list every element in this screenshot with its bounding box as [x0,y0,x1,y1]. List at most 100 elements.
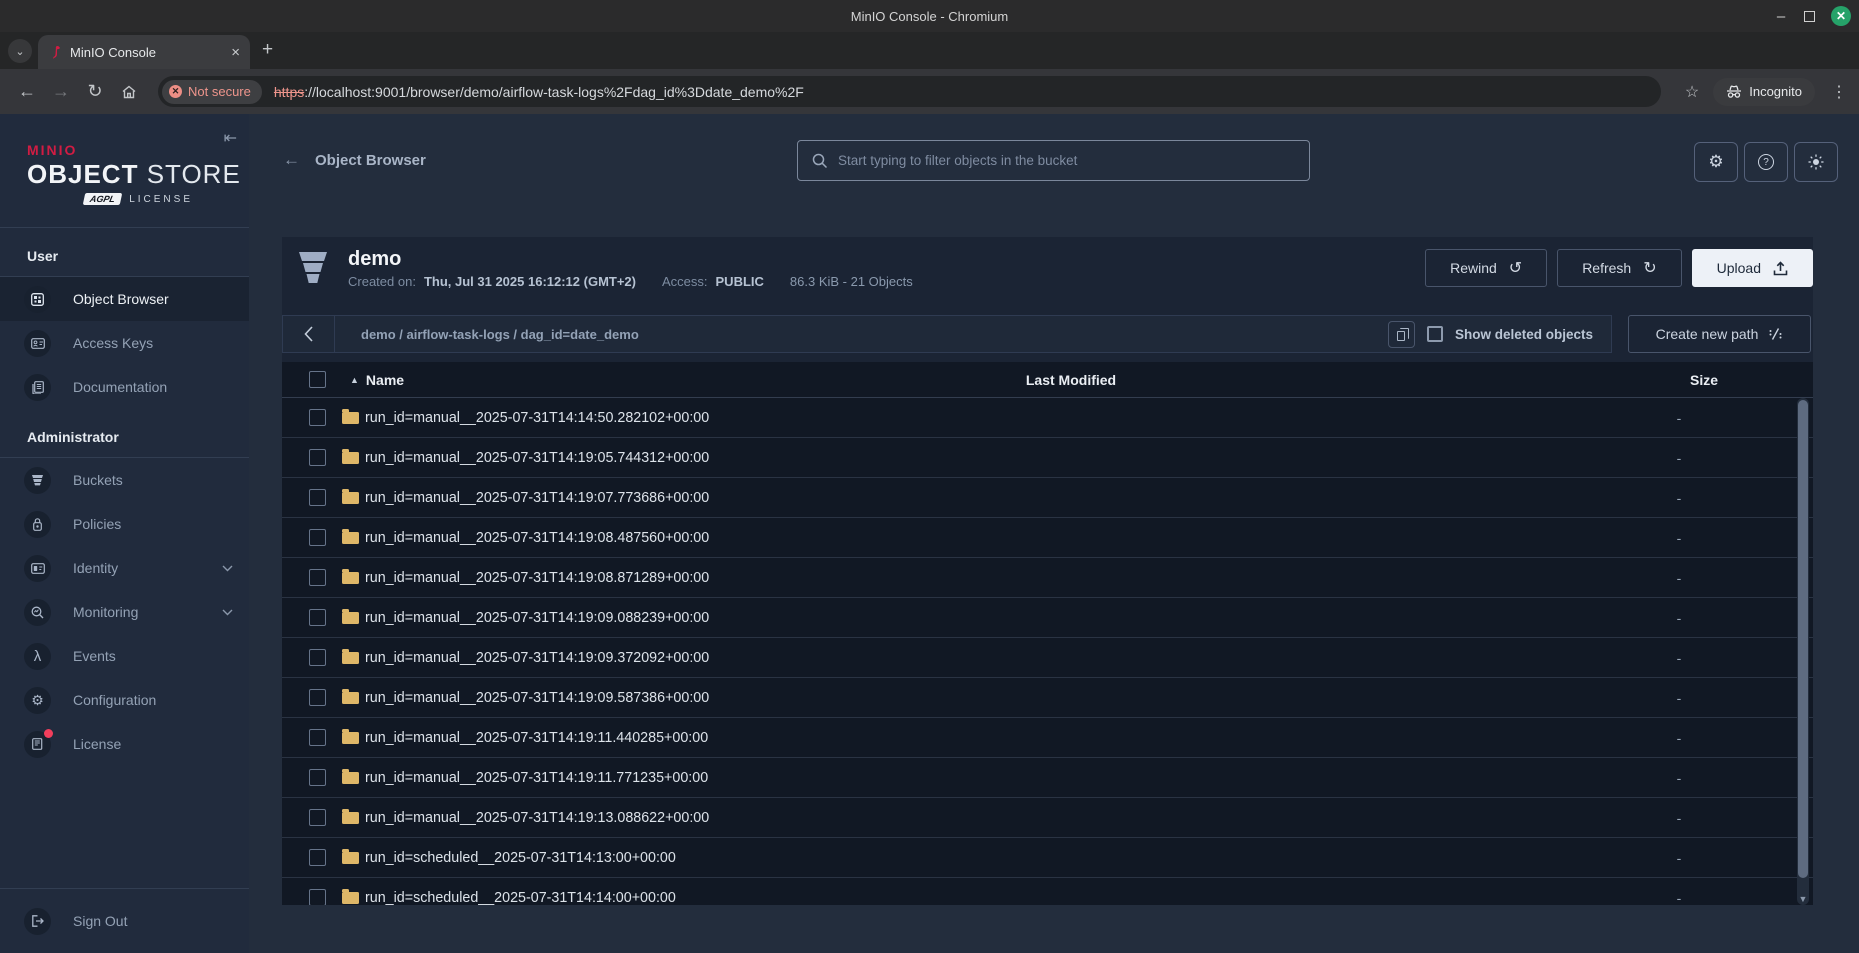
browser-tab[interactable]: MinIO Console × [38,35,250,69]
object-name[interactable]: run_id=scheduled__2025-07-31T14:13:00+00… [365,850,676,866]
refresh-button[interactable]: Refresh↻ [1557,249,1681,287]
row-checkbox[interactable] [309,729,326,746]
table-row[interactable]: run_id=manual__2025-07-31T14:14:50.28210… [282,398,1813,438]
table-row[interactable]: run_id=scheduled__2025-07-31T14:14:00+00… [282,878,1813,905]
table-row[interactable]: run_id=manual__2025-07-31T14:19:11.44028… [282,718,1813,758]
table-row[interactable]: run_id=manual__2025-07-31T14:19:09.37209… [282,638,1813,678]
created-label: Created on: [348,274,416,289]
table-row[interactable]: run_id=manual__2025-07-31T14:19:11.77123… [282,758,1813,798]
back-arrow-icon[interactable]: ← [283,150,300,170]
object-name[interactable]: run_id=manual__2025-07-31T14:19:08.87128… [365,570,709,586]
row-checkbox[interactable] [309,529,326,546]
sidebar-item-access-keys[interactable]: Access Keys [0,321,249,365]
row-checkbox[interactable] [309,849,326,866]
object-size: - [1677,810,1682,826]
row-checkbox[interactable] [309,649,326,666]
column-header-last-modified[interactable]: Last Modified [1026,372,1116,388]
tab-close-icon[interactable]: × [231,44,240,61]
address-bar[interactable]: ✕ Not secure https://localhost:9001/brow… [158,76,1661,107]
object-name[interactable]: run_id=manual__2025-07-31T14:19:07.77368… [365,490,709,506]
forward-icon[interactable]: → [46,81,76,102]
theme-toggle-button[interactable] [1794,142,1838,182]
sidebar-item-policies[interactable]: Policies [0,502,249,546]
search-input[interactable] [838,153,1309,168]
row-checkbox[interactable] [309,409,326,426]
url-text[interactable]: https://localhost:9001/browser/demo/airf… [274,84,804,100]
sidebar-item-documentation[interactable]: Documentation [0,365,249,409]
sidebar-item-sign-out[interactable]: Sign Out [0,889,249,953]
table-row[interactable]: run_id=manual__2025-07-31T14:19:07.77368… [282,478,1813,518]
scrollbar-thumb[interactable] [1798,400,1808,878]
minio-brand-text: MINIO [27,142,249,158]
column-header-name[interactable]: Name [366,372,404,388]
sidebar-item-object-browser[interactable]: Object Browser [0,277,249,321]
object-name[interactable]: run_id=manual__2025-07-31T14:19:13.08862… [365,810,709,826]
object-name[interactable]: run_id=manual__2025-07-31T14:19:11.44028… [365,730,708,746]
filter-search-box[interactable] [797,140,1310,181]
table-row[interactable]: run_id=manual__2025-07-31T14:19:13.08862… [282,798,1813,838]
path-back-button[interactable] [283,316,335,352]
chevron-down-icon[interactable] [222,565,233,572]
scrollbar-down-arrow[interactable]: ▼ [1797,894,1809,904]
tab-title: MinIO Console [70,45,222,60]
refresh-icon: ↻ [1643,258,1656,278]
back-icon[interactable]: ← [12,81,42,102]
object-name[interactable]: run_id=manual__2025-07-31T14:19:09.58738… [365,690,709,706]
column-header-size[interactable]: Size [1690,372,1718,388]
settings-button[interactable]: ⚙ [1694,142,1738,182]
object-name[interactable]: run_id=manual__2025-07-31T14:19:09.37209… [365,650,709,666]
table-row[interactable]: run_id=manual__2025-07-31T14:19:08.48756… [282,518,1813,558]
home-icon[interactable] [114,83,144,101]
chevron-down-icon[interactable] [222,609,233,616]
sidebar-item-configuration[interactable]: ⚙ Configuration [0,678,249,722]
folder-icon [342,732,359,744]
row-checkbox[interactable] [309,689,326,706]
row-checkbox[interactable] [309,489,326,506]
window-minimize-button[interactable]: – [1774,8,1788,25]
browser-menu-icon[interactable]: ⋮ [1831,82,1847,102]
sort-ascending-icon[interactable]: ▲ [350,375,359,385]
upload-button[interactable]: Upload [1692,249,1813,287]
table-row[interactable]: run_id=manual__2025-07-31T14:19:09.08823… [282,598,1813,638]
help-button[interactable]: ? [1744,142,1788,182]
table-row[interactable]: run_id=manual__2025-07-31T14:19:05.74431… [282,438,1813,478]
object-name[interactable]: run_id=manual__2025-07-31T14:14:50.28210… [365,410,709,426]
copy-path-button[interactable] [1388,321,1415,348]
sidebar-item-identity[interactable]: Identity [0,546,249,590]
sidebar-item-events[interactable]: λ Events [0,634,249,678]
select-all-checkbox[interactable] [309,371,326,388]
create-new-path-button[interactable]: Create new path [1628,315,1811,353]
sidebar-item-monitoring[interactable]: Monitoring [0,590,249,634]
object-name[interactable]: run_id=scheduled__2025-07-31T14:14:00+00… [365,890,676,906]
table-scrollbar[interactable]: ▼ [1797,398,1809,905]
breadcrumb[interactable]: demo / airflow-task-logs / dag_id=date_d… [361,327,639,342]
new-tab-button[interactable]: + [262,39,273,61]
row-checkbox[interactable] [309,449,326,466]
object-name[interactable]: run_id=manual__2025-07-31T14:19:09.08823… [365,610,709,626]
row-checkbox[interactable] [309,769,326,786]
table-header-row: ▲ Name Last Modified Size [282,362,1813,398]
window-close-button[interactable]: ✕ [1831,6,1851,26]
object-name[interactable]: run_id=manual__2025-07-31T14:19:05.74431… [365,450,709,466]
bookmark-star-icon[interactable]: ☆ [1685,82,1699,102]
row-checkbox[interactable] [309,609,326,626]
not-secure-badge[interactable]: ✕ Not secure [162,80,262,104]
row-checkbox[interactable] [309,809,326,826]
row-checkbox[interactable] [309,889,326,905]
object-name[interactable]: run_id=manual__2025-07-31T14:19:11.77123… [365,770,708,786]
object-name[interactable]: run_id=manual__2025-07-31T14:19:08.48756… [365,530,709,546]
sidebar-item-license[interactable]: License [0,722,249,766]
sidebar-item-buckets[interactable]: Buckets [0,458,249,502]
reload-icon[interactable]: ↻ [80,81,110,102]
access-value: PUBLIC [716,274,764,289]
rewind-button[interactable]: Rewind↺ [1425,249,1547,287]
object-size: - [1677,490,1682,506]
sidebar-collapse-icon[interactable]: ⇤ [224,128,237,148]
table-row[interactable]: run_id=manual__2025-07-31T14:19:08.87128… [282,558,1813,598]
tab-search-icon[interactable]: ⌄ [8,39,32,63]
window-maximize-button[interactable] [1804,11,1815,22]
table-row[interactable]: run_id=scheduled__2025-07-31T14:13:00+00… [282,838,1813,878]
table-row[interactable]: run_id=manual__2025-07-31T14:19:09.58738… [282,678,1813,718]
row-checkbox[interactable] [309,569,326,586]
show-deleted-checkbox[interactable] [1427,326,1443,342]
